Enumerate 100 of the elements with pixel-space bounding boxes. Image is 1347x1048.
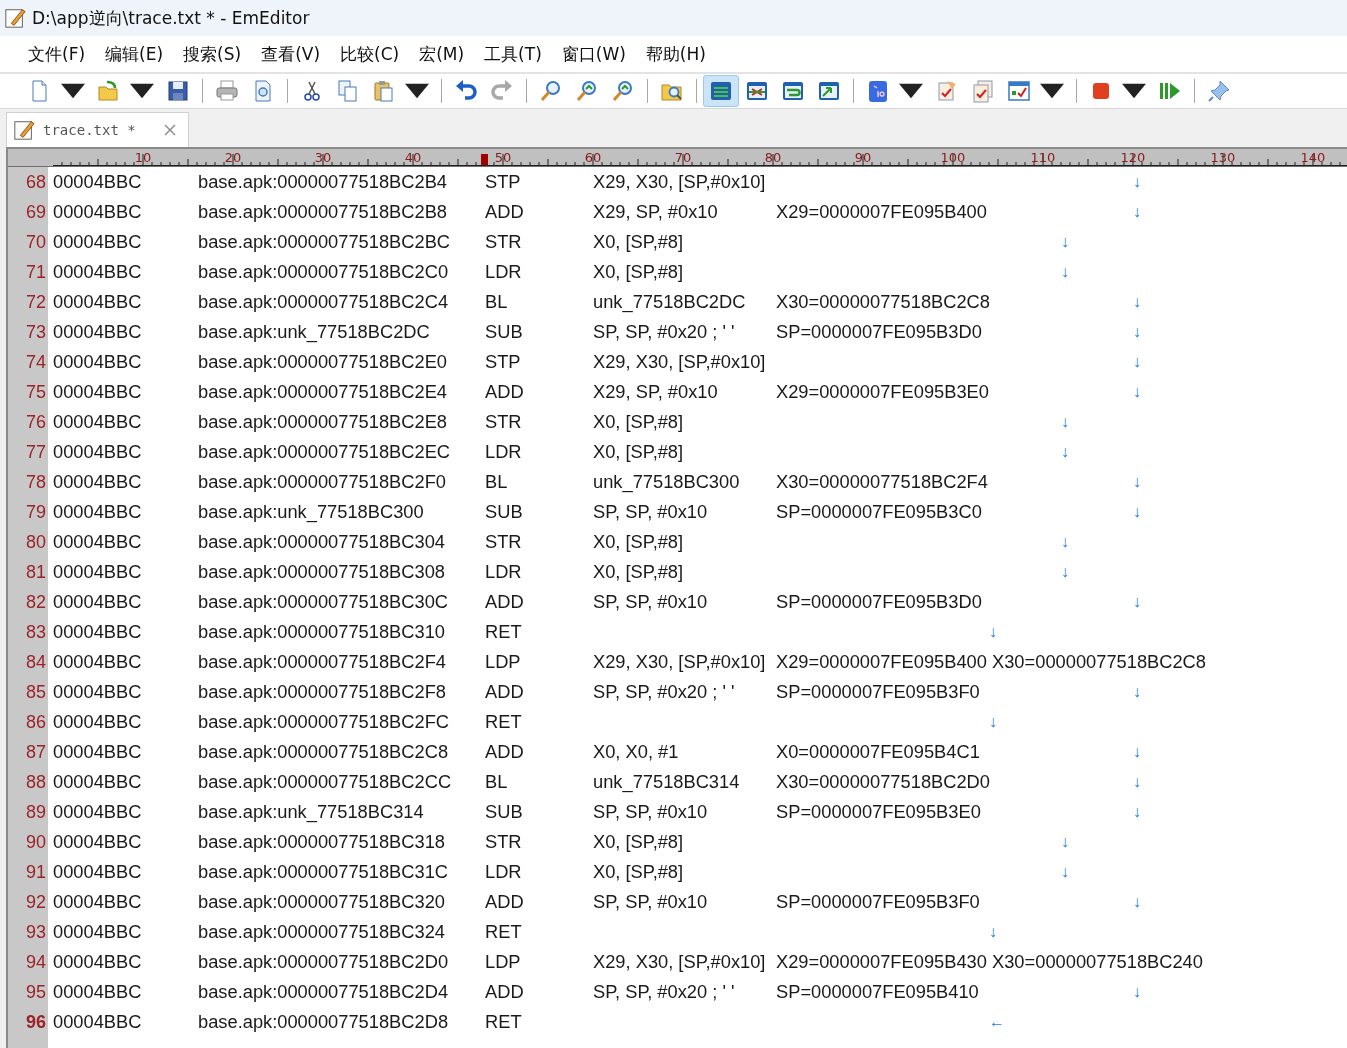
- opcode: SUB: [485, 321, 524, 343]
- opcode: STP: [485, 351, 522, 373]
- column-marker: [481, 154, 488, 165]
- thread-id: 00004BBC: [53, 441, 143, 463]
- line-number: 89: [24, 801, 47, 823]
- opcode: LDP: [485, 651, 522, 673]
- thread-id: 00004BBC: [53, 591, 143, 613]
- register-effect: SP=0000007FE095B410: [776, 981, 979, 1003]
- register-effect: X29=0000007FE095B400: [776, 201, 987, 223]
- flow-arrow: ↓: [1133, 983, 1142, 1001]
- flow-arrow: ↓: [1061, 233, 1070, 251]
- line-number: 74: [24, 351, 47, 373]
- save-icon[interactable]: [166, 79, 190, 103]
- file-tab[interactable]: trace.txt *: [6, 112, 189, 147]
- line-number: 95: [24, 981, 47, 1003]
- address: base.apk:00000077518BC318: [198, 831, 446, 853]
- search-arrow-icon[interactable]: [575, 79, 599, 103]
- register-effect: SP=0000007FE095B3D0: [776, 591, 982, 613]
- opcode: LDR: [485, 441, 523, 463]
- thread-id: 00004BBC: [53, 741, 143, 763]
- flow-arrow: ↓: [1133, 293, 1142, 311]
- line-number: 68: [24, 171, 47, 193]
- flow-arrow: ↓: [1133, 743, 1142, 761]
- operands: X0, [SP,#8]: [593, 441, 685, 463]
- menu-item[interactable]: 宏(M): [409, 38, 475, 70]
- line-number: 87: [24, 741, 47, 763]
- address: base.apk:00000077518BC2F8: [198, 681, 447, 703]
- operands: SP, SP, #0x20 ; ' ': [593, 981, 736, 1003]
- address: base.apk:00000077518BC2E4: [198, 381, 449, 403]
- window-icon[interactable]: [745, 79, 769, 103]
- operands: SP, SP, #0x10: [593, 501, 709, 523]
- operands: X29, X30, [SP,#0x10]: [593, 651, 767, 673]
- flow-arrow: ↓: [989, 923, 998, 941]
- thread-id: 00004BBC: [53, 861, 143, 883]
- menu-item[interactable]: 查看(V): [251, 38, 331, 70]
- thread-id: 00004BBC: [53, 831, 143, 853]
- close-icon[interactable]: [163, 124, 176, 136]
- letters-icon[interactable]: [866, 79, 890, 103]
- address: base.apk:00000077518BC310: [198, 621, 446, 643]
- flow-arrow: ↓: [1133, 203, 1142, 221]
- operands: X0, [SP,#8]: [593, 231, 685, 253]
- operands: SP, SP, #0x10: [593, 891, 709, 913]
- address: base.apk:00000077518BC2B8: [198, 201, 449, 223]
- register-effect: X29=0000007FE095B430 X30=00000077518BC240: [776, 951, 1203, 973]
- address: base.apk:unk_77518BC2DC: [198, 321, 431, 343]
- line-number: 80: [24, 531, 47, 553]
- flow-arrow: ↓: [1061, 443, 1070, 461]
- flow-arrow: ↓: [1133, 683, 1142, 701]
- address: base.apk:00000077518BC2B4: [198, 171, 449, 193]
- lines-icon[interactable]: [709, 79, 733, 103]
- address: base.apk:00000077518BC30C: [198, 591, 450, 613]
- line-number: 96: [24, 1011, 47, 1033]
- menu-item[interactable]: 窗口(W): [551, 38, 636, 70]
- flow-arrow: ↓: [1133, 473, 1142, 491]
- address: base.apk:unk_77518BC314: [198, 801, 425, 823]
- ruler-label: 90: [854, 150, 872, 165]
- folder-icon[interactable]: [97, 79, 121, 103]
- register-effect: SP=0000007FE095B3C0: [776, 501, 982, 523]
- register-effect: SP=0000007FE095B3E0: [776, 801, 981, 823]
- menu-item[interactable]: 比较(C): [330, 38, 410, 70]
- flow-arrow: ↓: [1133, 803, 1142, 821]
- address: base.apk:00000077518BC2F4: [198, 651, 447, 673]
- checklist-icon[interactable]: [935, 79, 959, 103]
- search-icon[interactable]: [539, 79, 563, 103]
- thread-id: 00004BBC: [53, 291, 143, 313]
- ruler-label: 10: [134, 150, 152, 165]
- ruler-label: 130: [1210, 150, 1236, 165]
- checkbox-chart-icon[interactable]: [1007, 79, 1031, 103]
- opcode: BL: [485, 771, 509, 793]
- pin-icon[interactable]: [1207, 79, 1231, 103]
- flow-arrow: ↓: [1133, 173, 1142, 191]
- printer-icon[interactable]: [215, 79, 239, 103]
- address: base.apk:00000077518BC2CC: [198, 771, 453, 793]
- thread-id: 00004BBC: [53, 351, 143, 373]
- flow-arrow: ↓: [1133, 383, 1142, 401]
- search-arrow-icon[interactable]: [611, 79, 635, 103]
- clipboard-icon[interactable]: [372, 79, 396, 103]
- checklist-stack-icon[interactable]: [971, 79, 995, 103]
- line-number: 85: [24, 681, 47, 703]
- address: base.apk:00000077518BC2D4: [198, 981, 450, 1003]
- menu-item[interactable]: 帮助(H): [635, 38, 716, 70]
- undo-icon[interactable]: [454, 79, 478, 103]
- ruler-label: 110: [1030, 150, 1056, 165]
- wrap-icon[interactable]: [781, 79, 805, 103]
- ruler-label: 140: [1300, 150, 1326, 165]
- thread-id: 00004BBC: [53, 681, 143, 703]
- menu-item[interactable]: 编辑(E): [95, 38, 174, 70]
- thread-id: 00004BBC: [53, 411, 143, 433]
- address: base.apk:00000077518BC2EC: [198, 441, 452, 463]
- address: base.apk:00000077518BC324: [198, 921, 446, 943]
- operands: unk_77518BC2DC: [593, 291, 747, 313]
- flow-arrow: ↓: [1061, 263, 1070, 281]
- opcode: STP: [485, 171, 522, 193]
- menu-item[interactable]: 搜索(S): [173, 38, 252, 70]
- menu-item[interactable]: 工具(T): [474, 38, 552, 70]
- ruler-label: 40: [404, 150, 422, 165]
- address: base.apk:00000077518BC2C8: [198, 741, 450, 763]
- menu-item[interactable]: 文件(F): [18, 38, 96, 70]
- flow-arrow: ↓: [1061, 533, 1070, 551]
- opcode: ADD: [485, 891, 525, 913]
